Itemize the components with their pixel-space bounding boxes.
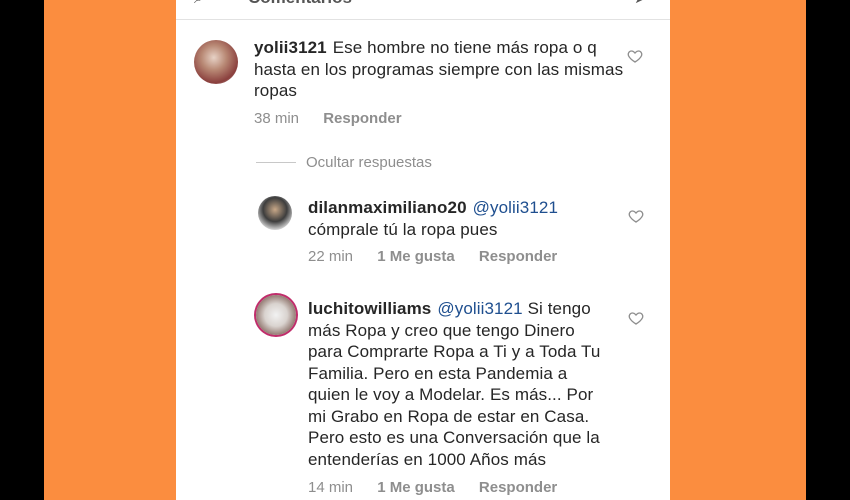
heart-icon[interactable] bbox=[627, 48, 643, 64]
heart-icon[interactable] bbox=[628, 310, 644, 326]
search-icon[interactable]: ⌕ bbox=[194, 0, 203, 8]
top-bar-title: Comentarios bbox=[248, 0, 352, 8]
comment-body: cómprale tú la ropa pues bbox=[308, 219, 498, 239]
reply-button[interactable]: Responder bbox=[479, 248, 557, 265]
hide-replies-toggle[interactable]: Ocultar respuestas bbox=[256, 152, 432, 172]
heart-icon[interactable] bbox=[628, 208, 644, 224]
avatar[interactable] bbox=[194, 40, 238, 84]
mention-link[interactable]: @yolii3121 bbox=[473, 198, 558, 217]
avatar[interactable] bbox=[256, 295, 296, 335]
top-bar: ⌕ Comentarios ➤ bbox=[176, 0, 670, 20]
comment-meta: 14 min 1 Me gusta Responder bbox=[308, 479, 577, 496]
likes-count[interactable]: 1 Me gusta bbox=[377, 479, 455, 496]
reply-button[interactable]: Responder bbox=[323, 110, 401, 127]
comment-username[interactable]: luchitowilliams bbox=[308, 299, 431, 318]
comment-time: 38 min bbox=[254, 110, 300, 127]
likes-count[interactable]: 1 Me gusta bbox=[377, 248, 455, 265]
comment-body: Si tengo más Ropa y creo que tengo Diner… bbox=[308, 299, 601, 469]
avatar[interactable] bbox=[258, 196, 292, 230]
divider bbox=[256, 161, 296, 163]
comment-meta: 22 min 1 Me gusta Responder bbox=[308, 248, 577, 265]
comment-username[interactable]: yolii3121 bbox=[254, 38, 327, 57]
comment-text: yolii3121 Ese hombre no tiene más ropa o … bbox=[254, 37, 634, 102]
send-icon[interactable]: ➤ bbox=[634, 0, 647, 8]
comments-screen: ⌕ Comentarios ➤ yolii3121Ese hombre no t… bbox=[176, 0, 670, 500]
comment-meta: 38 min Responder bbox=[254, 110, 422, 127]
hide-replies-label[interactable]: Ocultar respuestas bbox=[306, 154, 432, 171]
comment-time: 14 min bbox=[308, 479, 354, 496]
reply-text: dilanmaximiliano20 @yolii3121 cómprale tú… bbox=[308, 197, 608, 240]
mention-link[interactable]: @yolii3121 bbox=[437, 299, 522, 318]
reply-button[interactable]: Responder bbox=[479, 479, 557, 496]
reply-text: luchitowilliams @yolii3121 Si tengo más R… bbox=[308, 298, 608, 470]
comment-username[interactable]: dilanmaximiliano20 bbox=[308, 198, 467, 217]
comment-time: 22 min bbox=[308, 248, 354, 265]
